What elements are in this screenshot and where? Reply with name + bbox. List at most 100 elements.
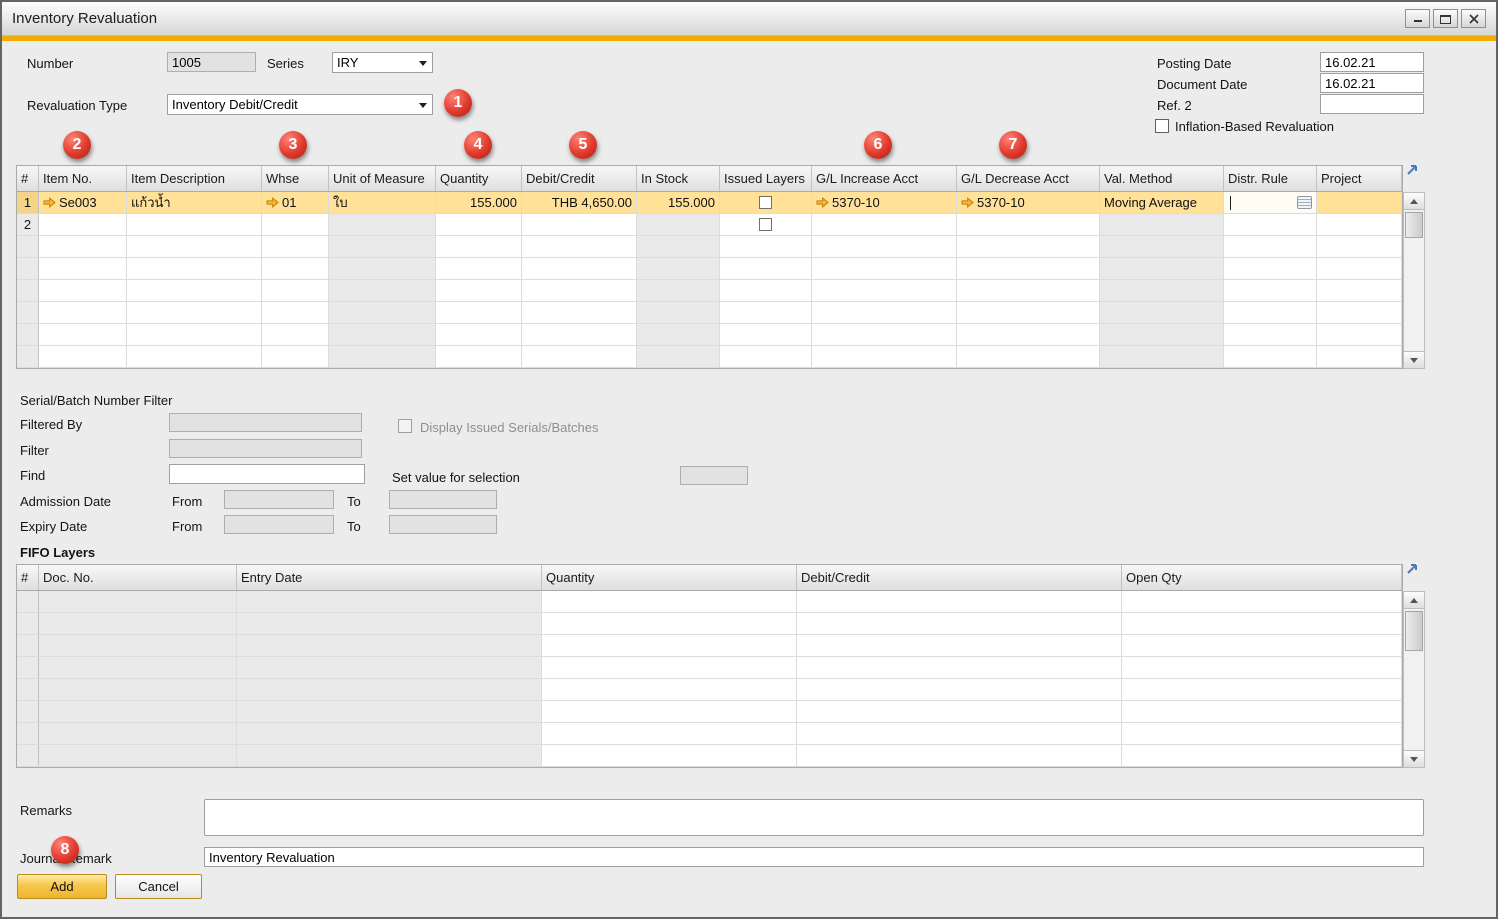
cell-open_qty[interactable]	[1122, 591, 1402, 612]
cell-debit_credit[interactable]	[797, 657, 1122, 678]
cell-issued_layers[interactable]	[720, 214, 812, 235]
cell-item_no[interactable]	[39, 302, 127, 323]
cell-open_qty[interactable]	[1122, 613, 1402, 634]
cell-in_stock[interactable]	[637, 302, 720, 323]
cell-uom[interactable]	[329, 214, 436, 235]
link-arrow-icon[interactable]	[961, 197, 974, 208]
cell-quantity[interactable]: 155.000	[436, 192, 522, 213]
fifo-grid-scrollbar[interactable]	[1403, 591, 1425, 768]
cell-gl_increase[interactable]	[812, 214, 957, 235]
cell-project[interactable]	[1317, 236, 1402, 257]
cell-quantity[interactable]	[436, 302, 522, 323]
cell-gl_increase[interactable]: 5370-10	[812, 192, 957, 213]
issued-layers-checkbox[interactable]	[759, 196, 772, 209]
cell-gl_decrease[interactable]	[957, 280, 1100, 301]
cell-uom[interactable]	[329, 346, 436, 367]
cell-description[interactable]	[127, 302, 262, 323]
cell-quantity[interactable]	[436, 324, 522, 345]
cell-gl_decrease[interactable]	[957, 258, 1100, 279]
cell-doc_no[interactable]	[39, 657, 237, 678]
cell-val_method[interactable]	[1100, 324, 1224, 345]
expiry-to-field[interactable]	[389, 515, 497, 534]
cell-gl_increase[interactable]	[812, 346, 957, 367]
maximize-button[interactable]	[1433, 9, 1458, 28]
find-field[interactable]	[169, 464, 365, 484]
cell-quantity[interactable]	[436, 214, 522, 235]
minimize-button[interactable]	[1405, 9, 1430, 28]
cell-distr_rule[interactable]	[1224, 192, 1317, 213]
cell-debit_credit[interactable]	[797, 701, 1122, 722]
cell-distr_rule[interactable]	[1224, 346, 1317, 367]
add-button[interactable]: Add	[17, 874, 107, 899]
cell-doc_no[interactable]	[39, 745, 237, 766]
scroll-up-button[interactable]	[1403, 591, 1425, 609]
cell-whse[interactable]	[262, 236, 329, 257]
cell-open_qty[interactable]	[1122, 635, 1402, 656]
cell-issued_layers[interactable]	[720, 346, 812, 367]
cell-entry_date[interactable]	[237, 591, 542, 612]
cell-doc_no[interactable]	[39, 591, 237, 612]
cell-entry_date[interactable]	[237, 701, 542, 722]
cell-gl_increase[interactable]	[812, 258, 957, 279]
cell-in_stock[interactable]	[637, 280, 720, 301]
admission-to-field[interactable]	[389, 490, 497, 509]
cell-val_method[interactable]: Moving Average	[1100, 192, 1224, 213]
inflation-checkbox[interactable]	[1155, 119, 1169, 133]
distr-rule-selector-icon[interactable]	[1297, 196, 1312, 209]
cell-debit_credit[interactable]	[522, 214, 637, 235]
journal-remark-field[interactable]: Inventory Revaluation	[204, 847, 1424, 867]
cell-entry_date[interactable]	[237, 745, 542, 766]
revaluation-type-dropdown[interactable]: Inventory Debit/Credit	[167, 94, 433, 115]
cell-uom[interactable]	[329, 280, 436, 301]
issued-layers-checkbox[interactable]	[759, 218, 772, 231]
cell-issued_layers[interactable]	[720, 302, 812, 323]
cell-whse[interactable]	[262, 324, 329, 345]
cell-uom[interactable]: ใบ	[329, 192, 436, 213]
cell-distr_rule[interactable]	[1224, 280, 1317, 301]
cell-project[interactable]	[1317, 302, 1402, 323]
cell-distr_rule[interactable]	[1224, 302, 1317, 323]
fifo-grid-expand-icon[interactable]	[1405, 561, 1421, 577]
cell-whse[interactable]	[262, 346, 329, 367]
cell-debit_credit[interactable]	[522, 324, 637, 345]
cell-description[interactable]: แก้วน้ำ	[127, 192, 262, 213]
cell-quantity[interactable]	[542, 591, 797, 612]
posting-date-field[interactable]: 16.02.21	[1320, 52, 1424, 72]
cell-description[interactable]	[127, 346, 262, 367]
cell-item_no[interactable]	[39, 214, 127, 235]
cell-in_stock[interactable]	[637, 236, 720, 257]
cell-in_stock[interactable]	[637, 214, 720, 235]
cell-open_qty[interactable]	[1122, 679, 1402, 700]
cell-quantity[interactable]	[542, 701, 797, 722]
cell-gl_increase[interactable]	[812, 302, 957, 323]
cell-issued_layers[interactable]	[720, 324, 812, 345]
cell-gl_decrease[interactable]	[957, 346, 1100, 367]
cell-debit_credit[interactable]	[797, 679, 1122, 700]
cell-debit_credit[interactable]	[797, 745, 1122, 766]
cell-entry_date[interactable]	[237, 613, 542, 634]
series-dropdown[interactable]: IRY	[332, 52, 433, 73]
scroll-up-button[interactable]	[1403, 192, 1425, 210]
cell-debit_credit[interactable]	[797, 613, 1122, 634]
cell-debit_credit[interactable]	[522, 236, 637, 257]
cell-item_no[interactable]	[39, 258, 127, 279]
cell-val_method[interactable]	[1100, 214, 1224, 235]
cell-debit_credit[interactable]	[522, 258, 637, 279]
close-button[interactable]	[1461, 9, 1486, 28]
cell-in_stock[interactable]	[637, 346, 720, 367]
cell-description[interactable]	[127, 214, 262, 235]
cell-uom[interactable]	[329, 236, 436, 257]
cell-issued_layers[interactable]	[720, 280, 812, 301]
set-value-field[interactable]	[680, 466, 748, 485]
cell-val_method[interactable]	[1100, 346, 1224, 367]
cell-debit_credit[interactable]	[522, 280, 637, 301]
cell-entry_date[interactable]	[237, 679, 542, 700]
cell-doc_no[interactable]	[39, 723, 237, 744]
cell-val_method[interactable]	[1100, 302, 1224, 323]
cell-whse[interactable]	[262, 214, 329, 235]
cell-gl_decrease[interactable]	[957, 324, 1100, 345]
cell-project[interactable]	[1317, 214, 1402, 235]
cell-val_method[interactable]	[1100, 258, 1224, 279]
cell-debit_credit[interactable]	[522, 302, 637, 323]
cell-uom[interactable]	[329, 324, 436, 345]
